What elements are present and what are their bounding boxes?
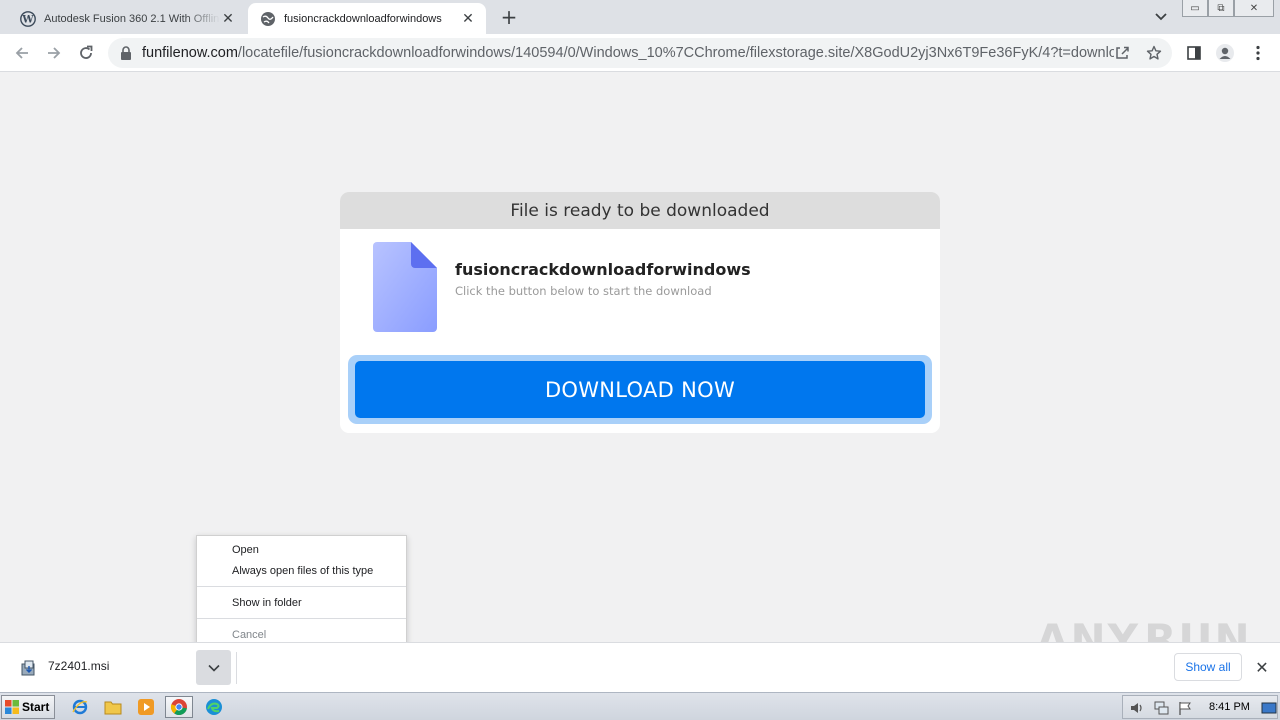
- svg-text:W: W: [21, 14, 34, 25]
- back-arrow-icon[interactable]: [10, 41, 34, 65]
- internet-explorer-icon[interactable]: [66, 696, 94, 718]
- tab-strip: W Autodesk Fusion 360 2.1 With Offline ✕…: [0, 0, 1280, 34]
- menu-separator: [197, 586, 406, 587]
- restore-button[interactable]: ⧉: [1208, 0, 1234, 17]
- card-header: File is ready to be downloaded: [340, 192, 940, 229]
- menu-item-open[interactable]: Open: [232, 544, 259, 556]
- wordpress-icon: W: [20, 10, 36, 27]
- forward-arrow-icon[interactable]: [42, 41, 66, 65]
- show-desktop-icon[interactable]: [1261, 700, 1277, 716]
- side-panel-icon[interactable]: [1184, 43, 1204, 63]
- close-shelf-icon[interactable]: ✕: [1253, 658, 1271, 677]
- menu-item-cancel[interactable]: Cancel: [232, 629, 266, 641]
- minimize-button[interactable]: ▭: [1182, 0, 1208, 17]
- tab-close-icon[interactable]: ✕: [460, 11, 476, 27]
- tab-autodesk-fusion[interactable]: W Autodesk Fusion 360 2.1 With Offline ✕: [8, 3, 246, 34]
- download-filename[interactable]: 7z2401.msi: [48, 659, 109, 673]
- windows-flag-icon: [5, 700, 19, 714]
- url-host: funfilenow.com: [142, 45, 238, 61]
- show-all-button[interactable]: Show all: [1174, 653, 1242, 681]
- network-icon[interactable]: [1153, 700, 1169, 716]
- menu-item-show-in-folder[interactable]: Show in folder: [232, 597, 302, 609]
- url-text[interactable]: funfilenow.com/locatefile/fusioncrackdow…: [142, 38, 1114, 68]
- file-name: fusioncrackdownloadforwindows: [455, 260, 751, 279]
- globe-icon: [260, 11, 276, 27]
- chevron-down-icon: [207, 664, 220, 672]
- bookmark-star-icon[interactable]: [1146, 45, 1162, 61]
- file-subtitle: Click the button below to start the down…: [455, 284, 712, 298]
- new-tab-button[interactable]: +: [498, 5, 520, 29]
- volume-icon[interactable]: [1129, 700, 1145, 716]
- start-button[interactable]: Start: [1, 695, 55, 719]
- tab-fusioncrack[interactable]: fusioncrackdownloadforwindows ✕: [248, 3, 486, 34]
- media-player-icon[interactable]: [132, 696, 160, 718]
- menu-separator: [197, 618, 406, 619]
- profile-avatar-icon[interactable]: [1215, 43, 1235, 63]
- browser-toolbar: funfilenow.com/locatefile/fusioncrackdow…: [0, 34, 1280, 72]
- reload-icon[interactable]: [74, 41, 98, 65]
- edge-icon[interactable]: [200, 696, 228, 718]
- taskbar-clock[interactable]: 8:41 PM: [1209, 701, 1250, 713]
- share-icon[interactable]: [1114, 45, 1130, 61]
- tab-close-icon[interactable]: ✕: [220, 11, 236, 27]
- tab-title: fusioncrackdownloadforwindows: [284, 12, 442, 25]
- windows-taskbar: Start 8:41 PM: [0, 692, 1280, 720]
- file-explorer-icon[interactable]: [99, 696, 127, 718]
- download-button-glow: DOWNLOAD NOW: [348, 355, 932, 424]
- action-center-flag-icon[interactable]: [1177, 700, 1193, 716]
- download-shelf: 7z2401.msi Show all ✕: [0, 642, 1280, 692]
- address-bar[interactable]: funfilenow.com/locatefile/fusioncrackdow…: [108, 38, 1172, 68]
- download-options-button[interactable]: [196, 650, 231, 685]
- tab-search-chevron-icon[interactable]: [1151, 8, 1171, 26]
- tab-title: Autodesk Fusion 360 2.1 With Offline: [44, 12, 220, 25]
- window-controls: ▭ ⧉ ✕: [1182, 0, 1274, 18]
- shelf-divider: [236, 652, 237, 684]
- start-label: Start: [22, 700, 50, 714]
- menu-item-always-open[interactable]: Always open files of this type: [232, 565, 373, 577]
- lock-icon[interactable]: [120, 46, 132, 60]
- system-tray: 8:41 PM: [1122, 695, 1278, 719]
- chrome-icon[interactable]: [165, 696, 193, 718]
- kebab-menu-icon[interactable]: [1248, 43, 1268, 63]
- document-file-icon: [373, 242, 437, 332]
- download-now-button[interactable]: DOWNLOAD NOW: [355, 361, 925, 418]
- msi-installer-icon[interactable]: [20, 659, 38, 677]
- download-context-menu: Open Always open files of this type Show…: [196, 535, 407, 648]
- close-window-button[interactable]: ✕: [1234, 0, 1274, 17]
- download-card: File is ready to be downloaded fusioncra…: [340, 192, 940, 433]
- url-path: /locatefile/fusioncrackdownloadforwindow…: [237, 45, 1114, 61]
